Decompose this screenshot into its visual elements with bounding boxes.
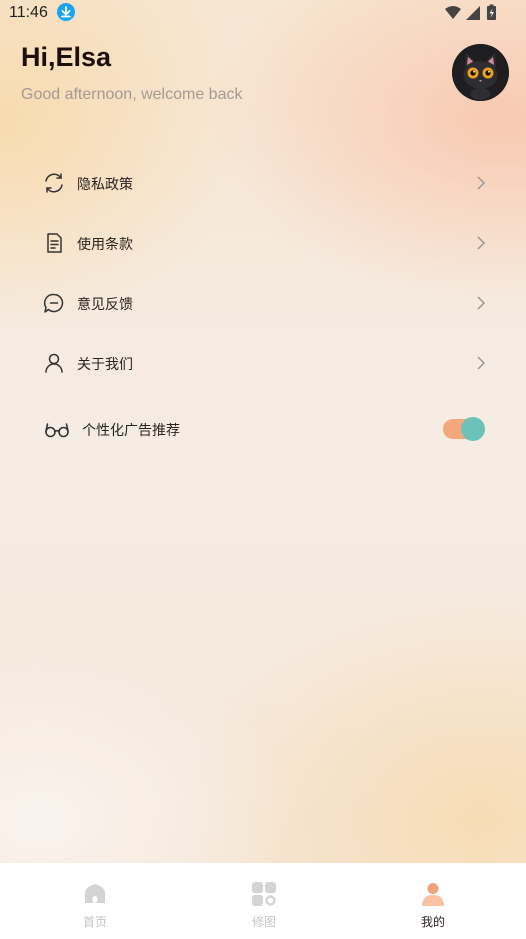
menu-item-label: 隐私政策 xyxy=(77,177,133,193)
tab-profile[interactable]: 我的 xyxy=(373,863,493,939)
home-icon xyxy=(83,882,107,906)
tab-edit[interactable]: 修图 xyxy=(204,863,324,939)
chat-bubble-icon xyxy=(42,291,66,315)
person-icon xyxy=(42,351,66,375)
chevron-right-icon xyxy=(476,235,486,251)
toggle-knob xyxy=(461,417,485,441)
menu-item-privacy-policy[interactable]: 隐私政策 xyxy=(40,163,500,203)
menu-item-about-us[interactable]: 关于我们 xyxy=(40,343,500,383)
menu-item-personalized-ads: 个性化广告推荐 xyxy=(40,409,500,449)
wifi-icon xyxy=(445,6,461,19)
tab-label: 修图 xyxy=(251,915,276,929)
document-icon xyxy=(42,231,66,255)
signal-icon xyxy=(466,6,480,20)
greeting-title: Hi,Elsa xyxy=(21,42,112,72)
menu-item-label: 关于我们 xyxy=(77,357,133,373)
battery-charging-icon xyxy=(487,4,496,20)
chevron-right-icon xyxy=(476,355,486,371)
tab-label: 首页 xyxy=(82,915,107,929)
download-icon xyxy=(57,3,75,21)
menu-item-label: 使用条款 xyxy=(77,237,133,253)
status-time: 11:46 xyxy=(9,4,48,21)
menu-item-feedback[interactable]: 意见反馈 xyxy=(40,283,500,323)
profile-icon xyxy=(421,882,445,906)
refresh-cycle-icon xyxy=(42,171,66,195)
personalized-ads-toggle[interactable] xyxy=(443,417,485,441)
menu-item-label: 个性化广告推荐 xyxy=(82,423,180,439)
greeting-subtitle: Good afternoon, welcome back xyxy=(21,86,243,103)
chevron-right-icon xyxy=(476,295,486,311)
status-icons xyxy=(445,4,496,20)
grid-apps-icon xyxy=(252,882,276,906)
bottom-tab-bar: 首页 修图 我的 xyxy=(0,863,526,939)
tab-home[interactable]: 首页 xyxy=(35,863,155,939)
menu-item-terms-of-use[interactable]: 使用条款 xyxy=(40,223,500,263)
tab-label: 我的 xyxy=(420,915,445,929)
avatar[interactable] xyxy=(452,44,509,101)
cat-avatar xyxy=(452,44,509,101)
menu-item-label: 意见反馈 xyxy=(77,297,133,313)
chevron-right-icon xyxy=(476,175,486,191)
glasses-icon xyxy=(44,417,70,441)
status-bar: 11:46 xyxy=(0,0,526,26)
